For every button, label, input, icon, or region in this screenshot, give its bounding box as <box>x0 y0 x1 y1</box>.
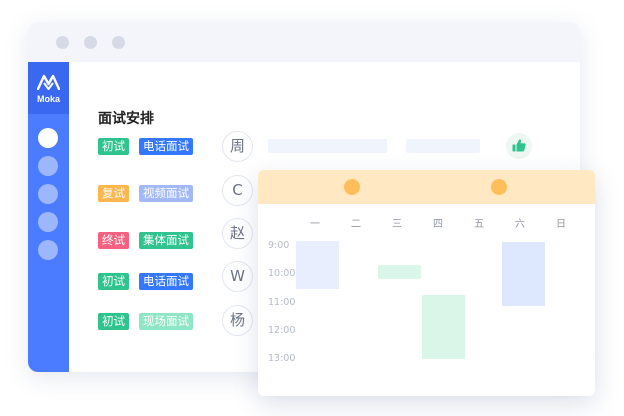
sidebar-item-3[interactable] <box>38 184 58 204</box>
time-label: 10:00 <box>268 268 296 279</box>
binder-ring <box>491 179 507 195</box>
brand-logo: Moka <box>28 62 69 114</box>
binder-ring <box>344 179 360 195</box>
avatar: 周 <box>222 131 253 162</box>
stage-tag: 复试 <box>98 185 129 202</box>
moka-logo-icon <box>37 74 60 90</box>
calendar-card: 一 二 三 四 五 六 日 9:00 10:00 11:00 12:00 13:… <box>258 170 595 396</box>
calendar-header <box>258 170 595 204</box>
sidebar-item-2[interactable] <box>38 156 58 176</box>
type-tag: 现场面试 <box>139 313 193 330</box>
page-title: 面试安排 <box>98 111 154 127</box>
time-label: 12:00 <box>268 325 296 336</box>
stage-tag: 初试 <box>98 138 129 155</box>
stage-tag: 初试 <box>98 313 129 330</box>
weekday-label: 四 <box>433 219 443 230</box>
sidebar-item-5[interactable] <box>38 240 58 260</box>
event-block[interactable] <box>502 242 545 306</box>
window-dot <box>56 36 69 49</box>
weekday-label: 一 <box>310 219 320 230</box>
avatar: W <box>222 261 253 292</box>
approve-button[interactable] <box>506 133 532 159</box>
type-tag: 电话面试 <box>139 273 193 290</box>
stage-tag: 初试 <box>98 273 129 290</box>
sidebar-item-1[interactable] <box>38 128 58 148</box>
weekday-label: 五 <box>474 219 484 230</box>
illustration: Moka 面试安排 初试 电话面试 周 复试 视频面试 C 终试 集体面试 赵 <box>0 0 624 416</box>
time-label: 9:00 <box>268 240 290 251</box>
placeholder-bar <box>268 139 387 153</box>
brand-name: Moka <box>36 94 60 104</box>
avatar: 杨 <box>222 305 253 336</box>
placeholder-bar <box>406 139 480 153</box>
thumbs-up-icon <box>512 139 526 152</box>
weekday-label: 日 <box>556 219 566 230</box>
stage-tag: 终试 <box>98 232 129 249</box>
sidebar-item-4[interactable] <box>38 212 58 232</box>
weekday-label: 三 <box>392 219 402 230</box>
window-dot <box>112 36 125 49</box>
avatar: 赵 <box>222 218 253 249</box>
type-tag: 集体面试 <box>139 232 193 249</box>
time-label: 11:00 <box>268 297 296 308</box>
weekday-label: 六 <box>515 219 525 230</box>
event-block[interactable] <box>422 295 465 359</box>
event-block[interactable] <box>296 241 339 289</box>
weekday-label: 二 <box>351 219 361 230</box>
type-tag: 视频面试 <box>139 185 193 202</box>
window-dot <box>84 36 97 49</box>
type-tag: 电话面试 <box>139 138 193 155</box>
avatar: C <box>222 175 253 206</box>
sidebar: Moka <box>28 62 69 372</box>
time-label: 13:00 <box>268 353 296 364</box>
event-block[interactable] <box>378 265 421 279</box>
title-bar <box>28 22 580 62</box>
